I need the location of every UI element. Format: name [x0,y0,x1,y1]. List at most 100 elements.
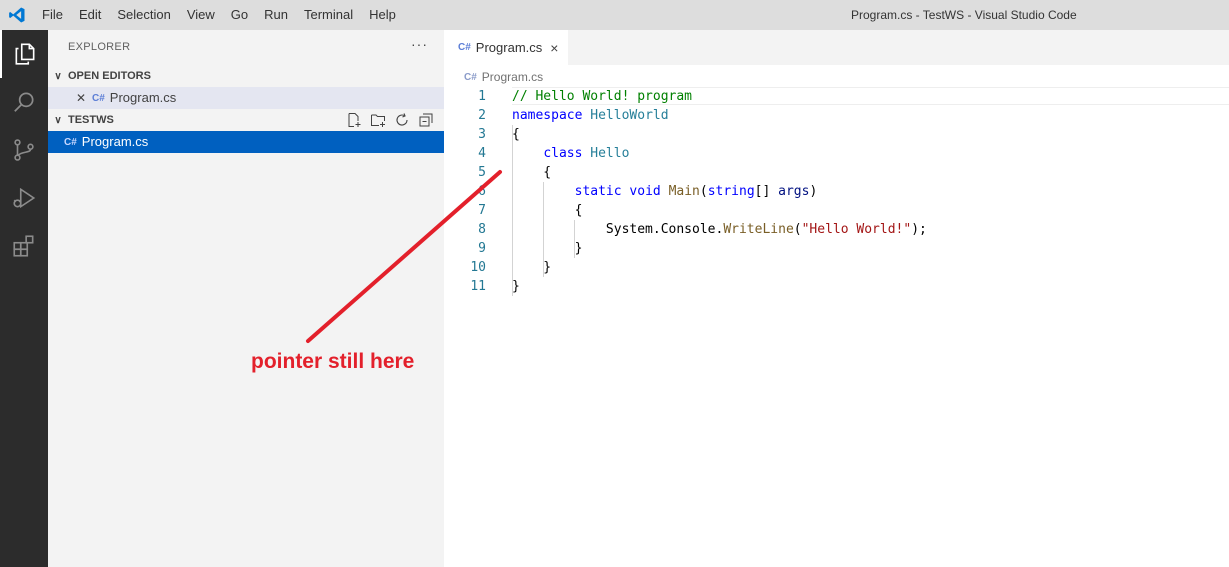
csharp-file-icon: C# [464,71,477,83]
breadcrumb[interactable]: C# Program.cs [464,68,543,87]
activity-search[interactable] [0,78,48,126]
workspace-header[interactable]: ∨ TESTWS [48,109,444,131]
collapse-all-button[interactable] [414,111,438,129]
sidebar-title: EXPLORER [68,41,131,53]
open-editor-filename: Program.cs [109,90,177,105]
workspace-label: TESTWS [68,114,114,126]
code-token: } [512,241,583,256]
close-tab-icon[interactable]: × [550,40,558,56]
code-token: Hello [590,146,630,161]
indent-guide [543,182,544,277]
line-source: } [512,258,551,277]
indent-guide [574,220,575,258]
code-token: args [778,184,810,199]
menu-help[interactable]: Help [361,0,404,30]
new-file-icon [348,113,361,127]
code-token: WriteLine [723,222,794,237]
line-source: } [512,239,583,258]
file-tree-item-program-cs[interactable]: C# Program.cs [48,131,444,153]
vscode-logo-icon [9,7,25,23]
activity-extensions[interactable] [0,222,48,270]
new-file-button[interactable] [342,111,366,129]
menu-view[interactable]: View [179,0,223,30]
explorer-sidebar: EXPLORER ··· ∨ OPEN EDITORS ✕ C# Program.cs… [48,30,444,567]
menu-edit[interactable]: Edit [71,0,109,30]
code-token: Main [668,184,700,199]
chevron-down-icon: ∨ [54,115,62,126]
refresh-button[interactable] [390,111,414,129]
new-folder-icon [371,114,385,127]
title-bar: File Edit Selection View Go Run Terminal… [0,0,1229,30]
code-line: 4 class Hello [444,144,629,163]
menu-run[interactable]: Run [256,0,296,30]
window-title: Program.cs - TestWS - Visual Studio Code [851,8,1077,22]
close-icon[interactable]: ✕ [74,87,88,109]
activity-run-debug[interactable] [0,174,48,222]
code-line: 5 { [444,163,551,182]
code-editor[interactable]: 1 // Hello World! program 2 namespace Hello… [444,87,927,296]
line-number: 2 [478,108,486,123]
tab-label: Program.cs [475,40,543,55]
code-line: 3{ [444,125,520,144]
chevron-down-icon: ∨ [54,71,62,82]
code-line: 11} [444,277,519,296]
line-number: 4 [478,146,486,161]
activity-source-control[interactable] [0,126,48,174]
line-source: // Hello World! program [512,87,692,106]
activity-explorer[interactable] [0,30,48,78]
menu-terminal[interactable]: Terminal [296,0,361,30]
code-token: } [512,260,552,275]
code-token: { [512,127,520,142]
editor-area: C# Program.cs × C# Program.cs 1 // Hello W… [444,30,1229,567]
line-number: 9 [478,241,486,256]
workspace-toolbar [342,111,438,129]
code-line: 6 static void Main(string[] args) [444,182,817,201]
breadcrumb-file: Program.cs [481,70,544,84]
code-token: { [512,165,552,180]
line-source: { [512,125,520,144]
tab-strip: C# Program.cs × [444,30,1229,65]
code-line: 10 } [444,258,551,277]
code-token: } [512,279,520,294]
more-actions-icon[interactable]: ··· [411,36,428,52]
open-editors-header[interactable]: ∨ OPEN EDITORS [48,65,444,87]
menu-file[interactable]: File [34,0,71,30]
line-number: 5 [478,165,486,180]
line-number: 7 [478,203,486,218]
search-icon [14,92,34,112]
csharp-file-icon: C# [458,42,471,53]
code-token: HelloWorld [590,108,669,123]
code-token: namespace [512,108,583,123]
code-token: ) [809,184,818,199]
line-number: 8 [478,222,486,237]
code-token: ( [699,184,708,199]
line-source: class Hello [512,144,629,163]
code-token: void [629,184,661,199]
file-tree-filename: Program.cs [81,134,149,149]
new-folder-button[interactable] [366,111,390,129]
source-control-icon [14,139,34,161]
run-debug-icon [13,187,36,209]
code-token: "Hello World!" [801,222,912,237]
open-editors-label: OPEN EDITORS [68,70,151,82]
code-line: 8 System.Console.WriteLine("Hello World!… [444,220,927,239]
code-line: 1 // Hello World! program [444,87,692,106]
code-token: { [512,203,583,218]
line-source: { [512,163,551,182]
code-token: class [543,146,583,161]
open-editor-item[interactable]: ✕ C# Program.cs [48,87,444,109]
menu-go[interactable]: Go [223,0,256,30]
line-source: namespace HelloWorld [512,106,669,125]
explorer-icon [15,43,35,65]
tab-program-cs[interactable]: C# Program.cs × [444,30,568,65]
menu-selection[interactable]: Selection [109,0,178,30]
code-token: ( [793,222,802,237]
annotation-label: pointer still here [251,350,415,373]
line-number: 1 [478,89,486,104]
code-token: [] [754,184,779,199]
code-token: ); [911,222,927,237]
code-line: 7 { [444,201,582,220]
line-source: } [512,277,520,296]
line-number: 10 [470,260,486,275]
